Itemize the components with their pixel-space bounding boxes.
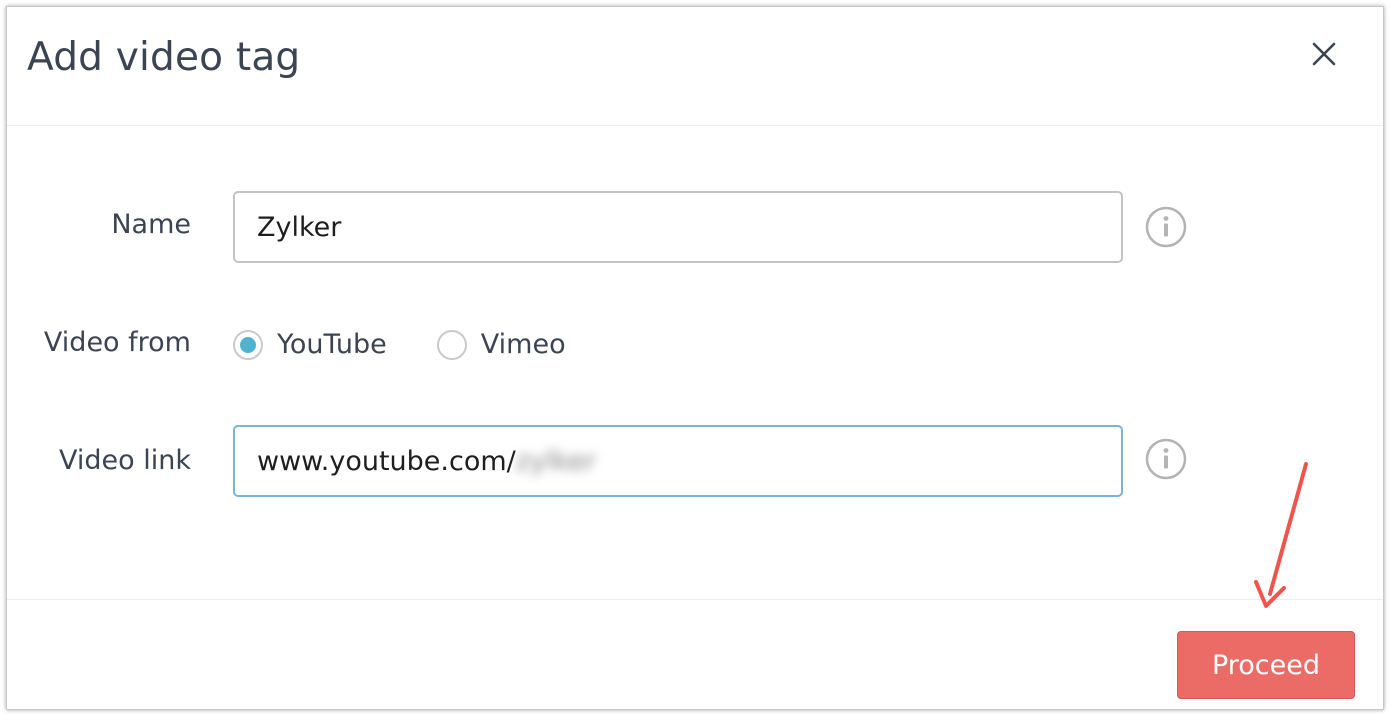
name-row: Name Zylker [7,191,1383,263]
info-icon[interactable] [1144,437,1188,481]
video-source-radio-group: YouTube Vimeo [233,329,616,360]
redacted-text: zylker [515,445,596,477]
video-link-input[interactable]: www.youtube.com/zylker [233,425,1123,497]
close-icon[interactable] [1309,39,1339,69]
radio-vimeo-label: Vimeo [480,329,566,360]
radio-vimeo-circle[interactable] [436,329,467,360]
annotation-arrow-icon [1240,456,1320,616]
dialog-header: Add video tag [7,7,1383,126]
radio-youtube-label: YouTube [277,329,387,360]
info-icon[interactable] [1144,205,1188,249]
radio-youtube-circle[interactable] [233,329,263,360]
video-link-row: Video link www.youtube.com/zylker [7,425,1383,497]
name-label: Name [111,209,191,240]
video-link-label: Video link [59,445,191,476]
dialog-title: Add video tag [27,35,301,80]
dialog-footer: Proceed [7,599,1383,710]
name-input-value: Zylker [257,211,342,243]
radio-vimeo[interactable]: Vimeo [436,329,566,360]
proceed-button[interactable]: Proceed [1177,631,1355,699]
video-link-input-value: www.youtube.com/ [257,445,516,477]
name-input[interactable]: Zylker [233,191,1123,263]
add-video-tag-dialog: Add video tag Name Zylker Video from You… [6,6,1384,710]
radio-youtube[interactable]: YouTube [233,329,387,360]
video-from-label: Video from [43,327,191,358]
video-from-row: Video from YouTube Vimeo [7,327,1383,363]
